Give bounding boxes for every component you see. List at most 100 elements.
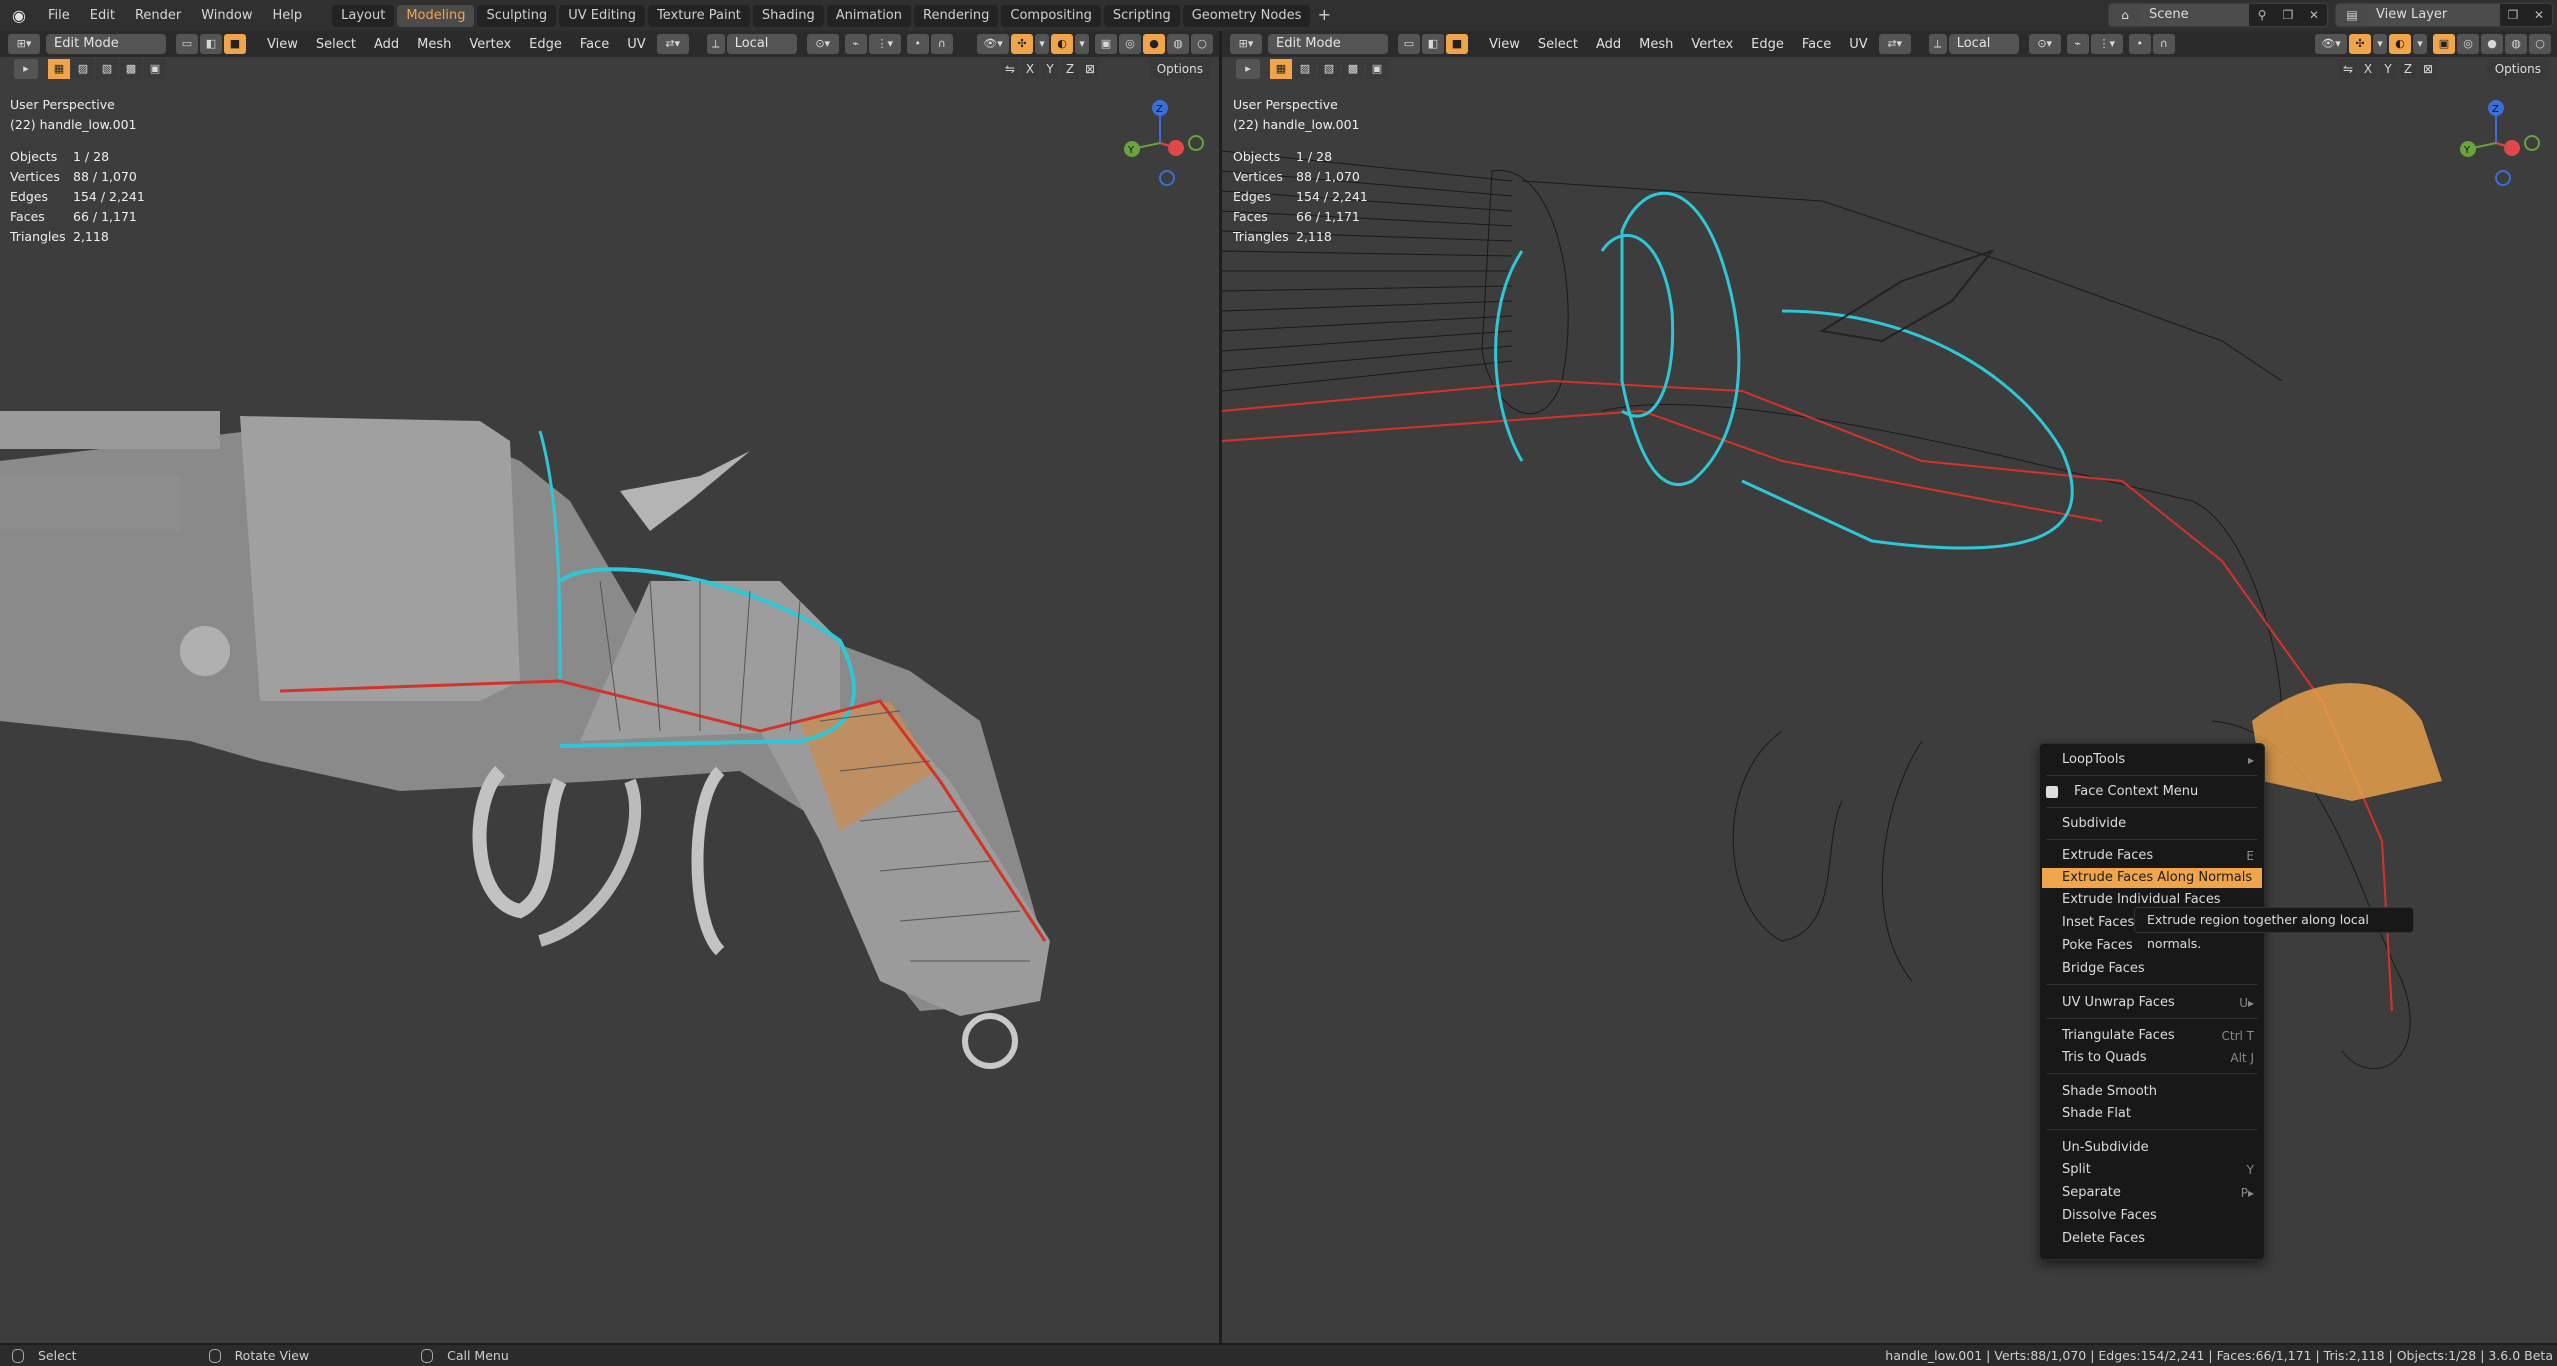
- select-extend-icon[interactable]: ▨: [1294, 59, 1316, 79]
- view-layer-selector[interactable]: ▤ View Layer ❐ ✕: [2335, 3, 2553, 27]
- menu-render[interactable]: Render: [125, 4, 191, 28]
- navigation-gizmo[interactable]: Z Y: [1110, 93, 1210, 193]
- tab-layout[interactable]: Layout: [332, 4, 395, 27]
- scene-selector[interactable]: ⌂ Scene ⚲ ❐ ✕: [2108, 3, 2328, 27]
- menu-file[interactable]: File: [38, 4, 80, 28]
- tab-scripting[interactable]: Scripting: [1103, 4, 1180, 27]
- select-box-icon[interactable]: ▦: [48, 59, 70, 79]
- menu-add[interactable]: Add: [365, 37, 408, 52]
- close-icon[interactable]: ✕: [2526, 4, 2552, 26]
- menu-face[interactable]: Face: [1793, 37, 1840, 52]
- menu-window[interactable]: Window: [191, 4, 262, 28]
- menu-edge[interactable]: Edge: [520, 37, 571, 52]
- mirror-y-toggle[interactable]: Y: [1041, 59, 1059, 79]
- shading-solid-icon[interactable]: ●: [1143, 34, 1165, 54]
- overlay-icon[interactable]: ◐: [1051, 34, 1073, 54]
- menu-item-split[interactable]: Split Y: [2042, 1160, 2262, 1180]
- select-mode-subtract-icon[interactable]: ■: [1446, 34, 1468, 54]
- menu-item-uv-unwrap-faces[interactable]: UV Unwrap Faces U▸: [2042, 993, 2262, 1013]
- gizmo-x-axis[interactable]: [2504, 140, 2520, 156]
- select-subtract-icon[interactable]: ▧: [1318, 59, 1340, 79]
- tab-animation[interactable]: Animation: [826, 4, 911, 27]
- mirror-toggle-icon[interactable]: ⇋: [2339, 59, 2357, 79]
- overlay-dropdown-icon[interactable]: ▾: [2413, 34, 2427, 54]
- mirror-y-toggle[interactable]: Y: [2379, 59, 2397, 79]
- blender-logo-icon[interactable]: ◉: [0, 0, 38, 31]
- mode-dropdown[interactable]: Edit Mode: [46, 34, 166, 54]
- menu-item-shade-flat[interactable]: Shade Flat: [2042, 1104, 2262, 1124]
- scene-name-field[interactable]: Scene: [2141, 4, 2249, 26]
- uv-sync-icon[interactable]: ⇄▾: [656, 34, 689, 54]
- tab-texture-paint[interactable]: Texture Paint: [648, 4, 750, 27]
- menu-select[interactable]: Select: [1529, 37, 1587, 52]
- select-intersect-icon[interactable]: ▣: [1366, 59, 1388, 79]
- visibility-icon[interactable]: 👁▾: [977, 34, 1009, 54]
- visibility-icon[interactable]: 👁▾: [2315, 34, 2347, 54]
- tab-compositing[interactable]: Compositing: [1001, 4, 1101, 27]
- gizmo-dropdown-icon[interactable]: ▾: [1035, 34, 1049, 54]
- select-intersect-icon[interactable]: ▣: [144, 59, 166, 79]
- menu-mesh[interactable]: Mesh: [408, 37, 460, 52]
- menu-vertex[interactable]: Vertex: [460, 37, 520, 52]
- gizmo-x-axis[interactable]: [1168, 140, 1184, 156]
- snap-icon[interactable]: ⌁: [844, 34, 867, 54]
- tab-sculpting[interactable]: Sculpting: [477, 4, 557, 27]
- select-mode-subtract-icon[interactable]: ■: [224, 34, 246, 54]
- auto-merge-icon[interactable]: ⊠: [1081, 59, 1099, 79]
- shading-material-icon[interactable]: ◍: [1167, 34, 1189, 54]
- shading-rendered-icon[interactable]: ○: [2529, 34, 2551, 54]
- gizmo-neg-y-axis[interactable]: [2524, 135, 2540, 151]
- menu-face[interactable]: Face: [571, 37, 618, 52]
- shading-material-icon[interactable]: ◍: [2505, 34, 2527, 54]
- navigation-gizmo[interactable]: Z Y: [2446, 93, 2546, 193]
- transform-orientation-dropdown[interactable]: Local: [726, 34, 797, 54]
- viewport-scene-left[interactable]: [0, 81, 1219, 1343]
- editor-type-icon[interactable]: ⊞▾: [8, 34, 40, 54]
- gizmo-neg-z-axis[interactable]: [1159, 170, 1175, 186]
- mirror-x-toggle[interactable]: X: [1021, 59, 1039, 79]
- menu-select[interactable]: Select: [307, 37, 365, 52]
- menu-item-shade-smooth[interactable]: Shade Smooth: [2042, 1082, 2262, 1102]
- mode-dropdown[interactable]: Edit Mode: [1268, 34, 1388, 54]
- select-tool-icon[interactable]: ▸: [14, 59, 38, 79]
- falloff-icon[interactable]: ∩: [930, 34, 953, 54]
- gizmo-neg-z-axis[interactable]: [2495, 170, 2511, 186]
- menu-uv[interactable]: UV: [618, 37, 654, 52]
- close-icon[interactable]: ✕: [2301, 4, 2327, 26]
- viewport-left[interactable]: ⊞▾ Edit Mode ▭ ◧ ■ View Select Add Mesh …: [0, 31, 1219, 1343]
- menu-view[interactable]: View: [1480, 37, 1529, 52]
- menu-item-subdivide[interactable]: Subdivide: [2042, 814, 2262, 834]
- tab-rendering[interactable]: Rendering: [914, 4, 999, 27]
- menu-item-extrude-faces[interactable]: Extrude Faces E: [2042, 846, 2262, 866]
- overlay-icon[interactable]: ◐: [2389, 34, 2411, 54]
- new-view-layer-icon[interactable]: ❐: [2500, 4, 2526, 26]
- gizmo-icon[interactable]: ✣: [1011, 34, 1033, 54]
- select-invert-icon[interactable]: ▩: [1342, 59, 1364, 79]
- mirror-toggle-icon[interactable]: ⇋: [1001, 59, 1019, 79]
- falloff-icon[interactable]: ∩: [2152, 34, 2175, 54]
- menu-edge[interactable]: Edge: [1742, 37, 1793, 52]
- shading-wireframe-icon[interactable]: ◎: [1119, 34, 1141, 54]
- menu-mesh[interactable]: Mesh: [1630, 37, 1682, 52]
- menu-item-tris-to-quads[interactable]: Tris to Quads Alt J: [2042, 1048, 2262, 1068]
- gizmo-neg-y-axis[interactable]: [1188, 135, 1204, 151]
- options-dropdown[interactable]: Options: [2486, 59, 2549, 79]
- menu-edit[interactable]: Edit: [80, 4, 125, 28]
- select-mode-set-icon[interactable]: ▭: [1398, 34, 1420, 54]
- tab-geometry-nodes[interactable]: Geometry Nodes: [1182, 4, 1311, 27]
- viewport-scene-right[interactable]: [1222, 81, 2557, 1343]
- snap-target-icon[interactable]: ⋮▾: [868, 34, 901, 54]
- xray-icon[interactable]: ▣: [2433, 34, 2455, 54]
- menu-help[interactable]: Help: [263, 4, 313, 28]
- menu-item-delete-faces[interactable]: Delete Faces: [2042, 1229, 2262, 1249]
- options-dropdown[interactable]: Options: [1148, 59, 1211, 79]
- menu-item-bridge-faces[interactable]: Bridge Faces: [2042, 959, 2262, 979]
- shading-wireframe-icon[interactable]: ◎: [2457, 34, 2479, 54]
- select-mode-extend-icon[interactable]: ◧: [200, 34, 222, 54]
- snap-target-icon[interactable]: ⋮▾: [2090, 34, 2123, 54]
- uv-sync-icon[interactable]: ⇄▾: [1878, 34, 1911, 54]
- new-scene-icon[interactable]: ❐: [2275, 4, 2301, 26]
- add-workspace-button[interactable]: +: [1313, 5, 1335, 27]
- tab-modeling[interactable]: Modeling: [397, 4, 475, 27]
- select-mode-extend-icon[interactable]: ◧: [1422, 34, 1444, 54]
